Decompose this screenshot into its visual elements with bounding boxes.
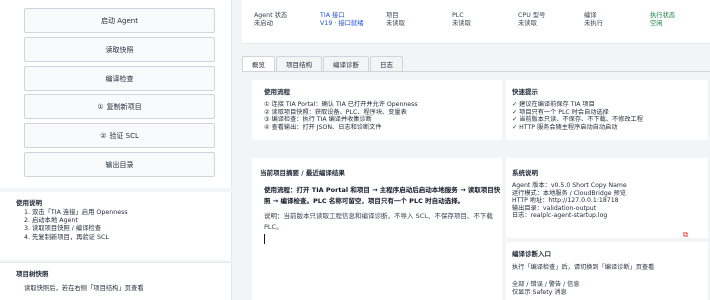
summary-note: 说明：当前版本只读取工程信息和编译诊断，不导入 SCL、不保存项目、不下载 PL… (264, 212, 493, 231)
text-caret (264, 234, 265, 244)
status-cpu: CPU 型号 未读取 (518, 12, 545, 28)
status-bar: Agent 状态 未启动 TIA 接口 V19 · 接口就绪 项目 未读取 PL… (242, 0, 710, 44)
status-label: 项目 (386, 12, 399, 19)
quick-tip-item: ✓ 建议在编译前保存 TIA 项目 (512, 101, 595, 108)
help-step: 1. 双击「TIA 连接」启用 Openness (24, 209, 128, 216)
start-agent-button[interactable]: 启动 Agent (24, 8, 215, 33)
system-info-list: Agent 版本：v0.5.0 Short Copy Name 运行模式：本地服… (512, 182, 627, 220)
status-plc: PLC 未读取 (452, 12, 471, 28)
usage-flow-title: 使用流程 (264, 88, 290, 96)
system-info-panel: 系统说明 Agent 版本：v0.5.0 Short Copy Name 运行模… (506, 158, 708, 238)
tab-divider (242, 71, 710, 72)
status-value: 未读取 (452, 20, 471, 27)
read-snapshot-label: 读取快照 (105, 45, 134, 54)
tab-structure[interactable]: 项目结构 (276, 56, 322, 71)
verify-scl-label: 验证 SCL (109, 131, 139, 140)
system-info-item: HTTP 地址：http://127.0.0.1:18718 (512, 197, 619, 205)
help-step: 4. 先复制新项目，再验证 SCL (24, 233, 109, 241)
quick-tips-title: 快速提示 (512, 88, 538, 96)
help-title: 使用说明 (16, 199, 42, 207)
status-label: PLC (452, 12, 464, 19)
tree-body: 读取快照后，若在右侧「项目结构」页查看 (24, 285, 144, 292)
copy-icon[interactable]: ⧉ (681, 230, 690, 239)
tree-card: 项目树快照 读取快照后，若在右侧「项目结构」页查看 (0, 262, 232, 300)
diagnose-entry-list: 全部 / 错误 / 警告 / 信息 仅显示 Safety 消息 (512, 281, 580, 296)
status-label: 编译 (584, 12, 597, 19)
left-panel: 启动 Agent 读取快照 编译检查 ① 复制新项目 ② 验证 SCL 输出目录… (0, 0, 232, 300)
status-value: 空闲 (650, 20, 663, 27)
summary-main-text: 使用流程：打开 TIA Portal 和项目 → 主程序启动后启动本地服务 → … (264, 185, 504, 207)
status-value: 未执行 (584, 20, 603, 27)
status-value: 未读取 (518, 20, 537, 27)
diagnose-entry-title: 编译诊断入口 (512, 250, 551, 258)
summary-main-bold: 使用流程：打开 TIA Portal 和项目 → 主程序启动后启动本地服务 → … (264, 186, 501, 205)
help-card: 使用说明 1. 双击「TIA 连接」启用 Openness 2. 启动本地 Ag… (0, 192, 232, 260)
status-label: CPU 型号 (518, 12, 546, 19)
system-info-item: 日志：realplc-agent-startup.log (512, 212, 608, 220)
usage-flow-list: ① 连接 TIA Portal：确认 TIA 已打开并允许 Openness ②… (264, 101, 418, 131)
system-info-item: Agent 版本：v0.5.0 Short Copy Name (512, 182, 627, 189)
action-card: 启动 Agent 读取快照 编译检查 ① 复制新项目 ② 验证 SCL 输出目录 (0, 0, 232, 188)
usage-flow-item: ④ 查看输出：打开 JSON、日志和诊断文件 (264, 123, 382, 131)
compile-check-label: 编译检查 (105, 74, 134, 83)
help-steps: 1. 双击「TIA 连接」启用 Openness 2. 启动本地 Agent 3… (24, 209, 128, 242)
summary-title: 当前项目摘要 / 最近编译结果 (260, 169, 345, 177)
export-dir-button[interactable]: 输出目录 (24, 152, 215, 177)
usage-flow-item: ① 连接 TIA Portal：确认 TIA 已打开并允许 Openness (264, 101, 418, 108)
read-snapshot-button[interactable]: 读取快照 (24, 37, 215, 62)
status-run: 执行状态 空闲 (650, 12, 675, 28)
copy-project-icon: ① (97, 102, 104, 111)
verify-scl-button[interactable]: ② 验证 SCL (24, 123, 215, 148)
start-agent-label: 启动 Agent (101, 16, 138, 25)
diagnose-entry-panel: 编译诊断入口 执行「编译检查」后，请切换到「编译诊断」页查看 全部 / 错误 /… (506, 242, 708, 300)
help-step: 3. 读取项目快照 / 编译检查 (24, 225, 102, 233)
diagnose-entry-desc-wrap: 执行「编译检查」后，请切换到「编译诊断」页查看 (512, 264, 654, 272)
status-value: 未启动 (254, 20, 273, 27)
quick-tips-panel: 快速提示 ✓ 建议在编译前保存 TIA 项目 ✓ 项目只有一个 PLC 时会自动… (506, 80, 708, 140)
tab-bar: 概览 项目结构 编译诊断 日志 (242, 56, 404, 71)
export-dir-label: 输出目录 (105, 160, 134, 169)
copy-project-label: 复制新项目 (106, 102, 142, 111)
quick-tip-item: ✓ 当前版本只读、不保存、不下载、不修改工程 (512, 116, 643, 124)
status-compile: 编译 未执行 (584, 12, 603, 28)
status-project: 项目 未读取 (386, 12, 405, 28)
status-agent: Agent 状态 未启动 (254, 12, 287, 28)
status-value: V19 · 接口就绪 (320, 20, 364, 27)
copy-project-button[interactable]: ① 复制新项目 (24, 94, 215, 119)
status-value: 未读取 (386, 20, 405, 27)
tree-title: 项目树快照 (16, 270, 49, 278)
tab-log[interactable]: 日志 (370, 56, 403, 71)
status-label: 执行状态 (650, 12, 676, 19)
status-label: Agent 状态 (254, 12, 288, 19)
quick-tips-list: ✓ 建议在编译前保存 TIA 项目 ✓ 项目只有一个 PLC 时会自动选择 ✓ … (512, 101, 643, 131)
diagnose-entry-desc: 执行「编译检查」后，请切换到「编译诊断」页查看 (512, 264, 655, 271)
system-info-title: 系统说明 (512, 169, 538, 177)
diagnose-entry-item: 仅显示 Safety 消息 (512, 288, 567, 296)
diagnose-entry-item: 全部 / 错误 / 警告 / 信息 (512, 281, 580, 288)
verify-scl-icon: ② (100, 131, 107, 140)
status-label: TIA 接口 (320, 12, 345, 19)
usage-flow-item: ③ 编译检查：执行 TIA 编译并收集诊断 (264, 116, 372, 124)
status-tia: TIA 接口 V19 · 接口就绪 (320, 12, 364, 28)
usage-flow-panel: 使用流程 ① 连接 TIA Portal：确认 TIA 已打开并允许 Openn… (252, 80, 502, 140)
quick-tip-item: ✓ HTTP 服务会随主程序启动自动启动 (512, 123, 618, 131)
compile-check-button[interactable]: 编译检查 (24, 66, 215, 91)
tab-diagnostics[interactable]: 编译诊断 (323, 56, 369, 71)
tab-overview[interactable]: 概览 (242, 56, 275, 71)
